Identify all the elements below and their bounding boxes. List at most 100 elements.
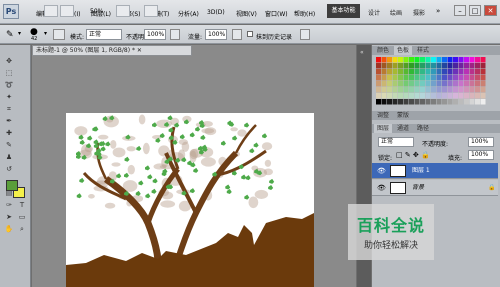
layer-blend-mode-select[interactable]: 正常	[378, 137, 414, 147]
swatch[interactable]	[409, 81, 414, 87]
pen-tool-icon[interactable]: ✑	[3, 200, 15, 210]
swatch[interactable]	[403, 81, 409, 87]
swatch[interactable]	[447, 75, 453, 81]
lasso-tool-icon[interactable]: ➰	[3, 80, 15, 90]
swatch[interactable]	[420, 63, 425, 69]
swatch[interactable]	[403, 87, 409, 93]
swatch[interactable]	[425, 69, 431, 75]
swatch[interactable]	[425, 75, 431, 81]
swatch[interactable]	[387, 69, 392, 75]
swatch[interactable]	[475, 99, 480, 105]
menu-3d[interactable]: 3D(D)	[207, 9, 225, 16]
swatch[interactable]	[453, 81, 458, 87]
swatch[interactable]	[464, 75, 469, 81]
swatch[interactable]	[420, 75, 425, 81]
swatch[interactable]	[398, 69, 403, 75]
swatch[interactable]	[469, 69, 475, 75]
swatch[interactable]	[431, 63, 436, 69]
swatch[interactable]	[464, 69, 469, 75]
tab-channels[interactable]: 通道	[394, 124, 412, 133]
move-tool-icon[interactable]: ✥	[3, 56, 15, 66]
swatch[interactable]	[392, 63, 398, 69]
pressure-opacity-icon[interactable]	[170, 29, 180, 40]
swatch[interactable]	[376, 93, 381, 99]
shape-tool-icon[interactable]: ▭	[16, 212, 28, 222]
swatch[interactable]	[464, 87, 469, 93]
menu-help[interactable]: 帮助(H)	[294, 9, 315, 18]
screen-mode-icon[interactable]	[144, 5, 158, 17]
workspace-design-button[interactable]: 设计	[368, 8, 380, 17]
swatch[interactable]	[453, 87, 458, 93]
swatch[interactable]	[480, 69, 486, 75]
layer-row-selected[interactable]: 👁 图层 1	[372, 163, 498, 179]
swatch[interactable]	[414, 81, 420, 87]
swatch[interactable]	[436, 63, 442, 69]
swatch[interactable]	[431, 75, 436, 81]
swatch[interactable]	[458, 57, 464, 63]
swatch[interactable]	[447, 99, 453, 105]
workspace-photography-button[interactable]: 摄影	[413, 8, 425, 17]
crop-tool-icon[interactable]: ⌗	[3, 104, 15, 114]
swatch[interactable]	[469, 57, 475, 63]
swatch[interactable]	[447, 57, 453, 63]
swatch[interactable]	[442, 69, 447, 75]
swatch[interactable]	[458, 81, 464, 87]
swatch[interactable]	[387, 75, 392, 81]
swatch[interactable]	[436, 81, 442, 87]
swatch[interactable]	[409, 75, 414, 81]
swatch[interactable]	[475, 75, 480, 81]
visibility-eye-icon[interactable]: 👁	[377, 180, 386, 196]
swatch[interactable]	[425, 87, 431, 93]
swatch[interactable]	[442, 93, 447, 99]
history-brush-tool-icon[interactable]: ↺	[3, 164, 15, 174]
swatch[interactable]	[464, 63, 469, 69]
more-workspaces-icon[interactable]: »	[436, 7, 440, 15]
close-document-icon[interactable]: ✕	[137, 47, 142, 54]
marquee-tool-icon[interactable]: ⬚	[3, 68, 15, 78]
swatch[interactable]	[475, 93, 480, 99]
eyedropper-tool-icon[interactable]: ✒	[3, 116, 15, 126]
swatch[interactable]	[376, 99, 381, 105]
swatch[interactable]	[436, 99, 442, 105]
stamp-tool-icon[interactable]: ♟	[3, 152, 15, 162]
swatch[interactable]	[403, 57, 409, 63]
swatch[interactable]	[381, 93, 387, 99]
swatch[interactable]	[469, 75, 475, 81]
swatch[interactable]	[464, 99, 469, 105]
swatch[interactable]	[420, 69, 425, 75]
swatch[interactable]	[453, 69, 458, 75]
swatch[interactable]	[453, 75, 458, 81]
swatch[interactable]	[387, 99, 392, 105]
swatch[interactable]	[392, 99, 398, 105]
swatch[interactable]	[398, 99, 403, 105]
layer-opacity-field[interactable]: 100%	[468, 137, 494, 147]
layer-row[interactable]: 👁 背景 🔒	[372, 180, 498, 196]
tab-styles[interactable]: 样式	[414, 46, 432, 55]
swatch[interactable]	[392, 87, 398, 93]
swatch[interactable]	[420, 87, 425, 93]
swatch[interactable]	[387, 81, 392, 87]
swatch[interactable]	[398, 63, 403, 69]
swatch[interactable]	[381, 63, 387, 69]
swatch[interactable]	[420, 93, 425, 99]
pressure-size-icon[interactable]	[300, 29, 310, 40]
quick-select-tool-icon[interactable]: ✦	[3, 92, 15, 102]
swatch[interactable]	[414, 63, 420, 69]
maximize-icon[interactable]: □	[469, 5, 481, 16]
swatch[interactable]	[447, 63, 453, 69]
swatch[interactable]	[409, 93, 414, 99]
close-icon[interactable]: ✕	[484, 5, 497, 16]
swatch[interactable]	[458, 87, 464, 93]
swatch[interactable]	[431, 57, 436, 63]
swatch[interactable]	[447, 93, 453, 99]
swatch[interactable]	[480, 57, 486, 63]
swatch[interactable]	[442, 75, 447, 81]
swatch[interactable]	[376, 87, 381, 93]
swatch[interactable]	[453, 57, 458, 63]
swatch[interactable]	[458, 99, 464, 105]
swatch[interactable]	[403, 99, 409, 105]
swatch[interactable]	[387, 57, 392, 63]
swatch[interactable]	[480, 75, 486, 81]
swatch[interactable]	[458, 69, 464, 75]
swatch[interactable]	[436, 87, 442, 93]
